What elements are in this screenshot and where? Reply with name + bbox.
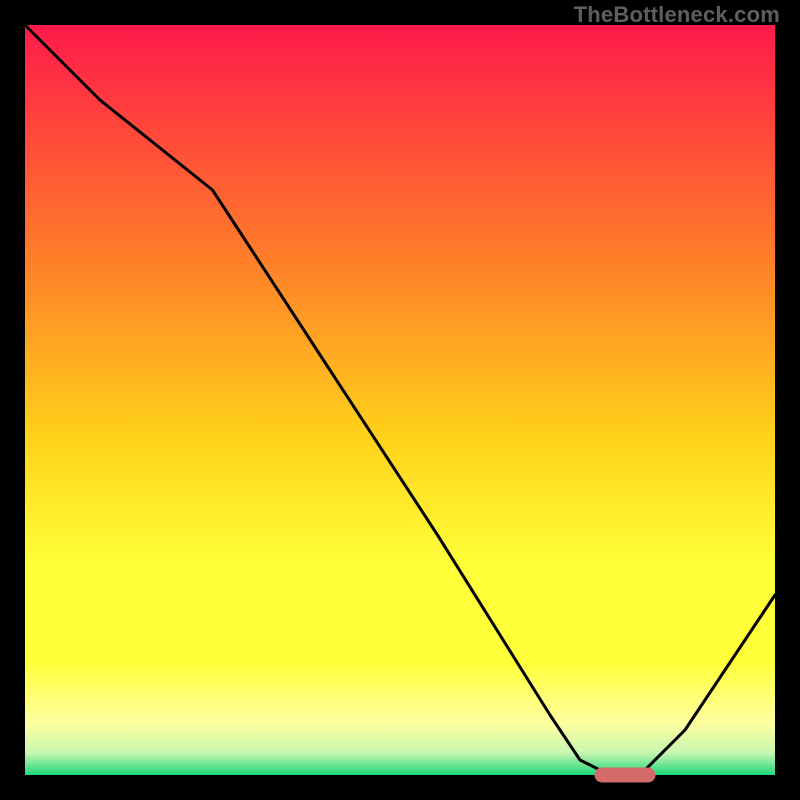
plot-background	[25, 25, 775, 775]
bottleneck-chart	[0, 0, 800, 800]
chart-container: { "watermark": "TheBottleneck.com", "col…	[0, 0, 800, 800]
optimal-range-marker	[595, 768, 655, 782]
